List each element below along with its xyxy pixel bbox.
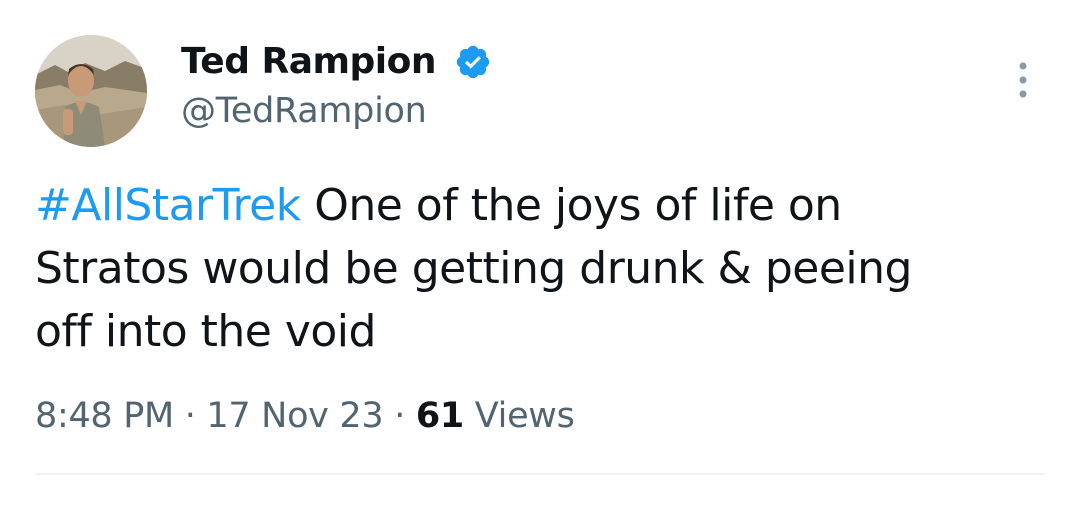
author-display-name[interactable]: Ted Rampion	[181, 38, 437, 86]
meta-separator: ·	[184, 396, 196, 436]
tweet-text-line-2: Stratos would be getting drunk & peeing	[35, 243, 912, 294]
divider	[35, 473, 1045, 475]
tweet-text-line-1: One of the joys of life on	[314, 180, 842, 231]
tweet-card: Ted Rampion @TedRampion #AllStarTrek One…	[0, 0, 1080, 508]
tweet-date[interactable]: 17 Nov 23	[206, 396, 383, 436]
hashtag-link[interactable]: #AllStarTrek	[35, 180, 301, 231]
profile-photo-icon	[35, 35, 147, 147]
more-options-icon[interactable]	[1010, 60, 1036, 100]
tweet-time[interactable]: 8:48 PM	[35, 396, 174, 436]
avatar[interactable]	[35, 35, 147, 147]
views-label[interactable]: Views	[475, 396, 575, 436]
author-handle[interactable]: @TedRampion	[181, 88, 427, 134]
verified-badge-icon	[456, 45, 490, 79]
views-count[interactable]: 61	[416, 396, 464, 436]
tweet-meta: 8:48 PM · 17 Nov 23 · 61 Views	[35, 393, 575, 439]
meta-separator: ·	[394, 396, 406, 436]
tweet-text-line-3: off into the void	[35, 306, 376, 357]
tweet-text: #AllStarTrek One of the joys of life on S…	[35, 174, 1045, 363]
